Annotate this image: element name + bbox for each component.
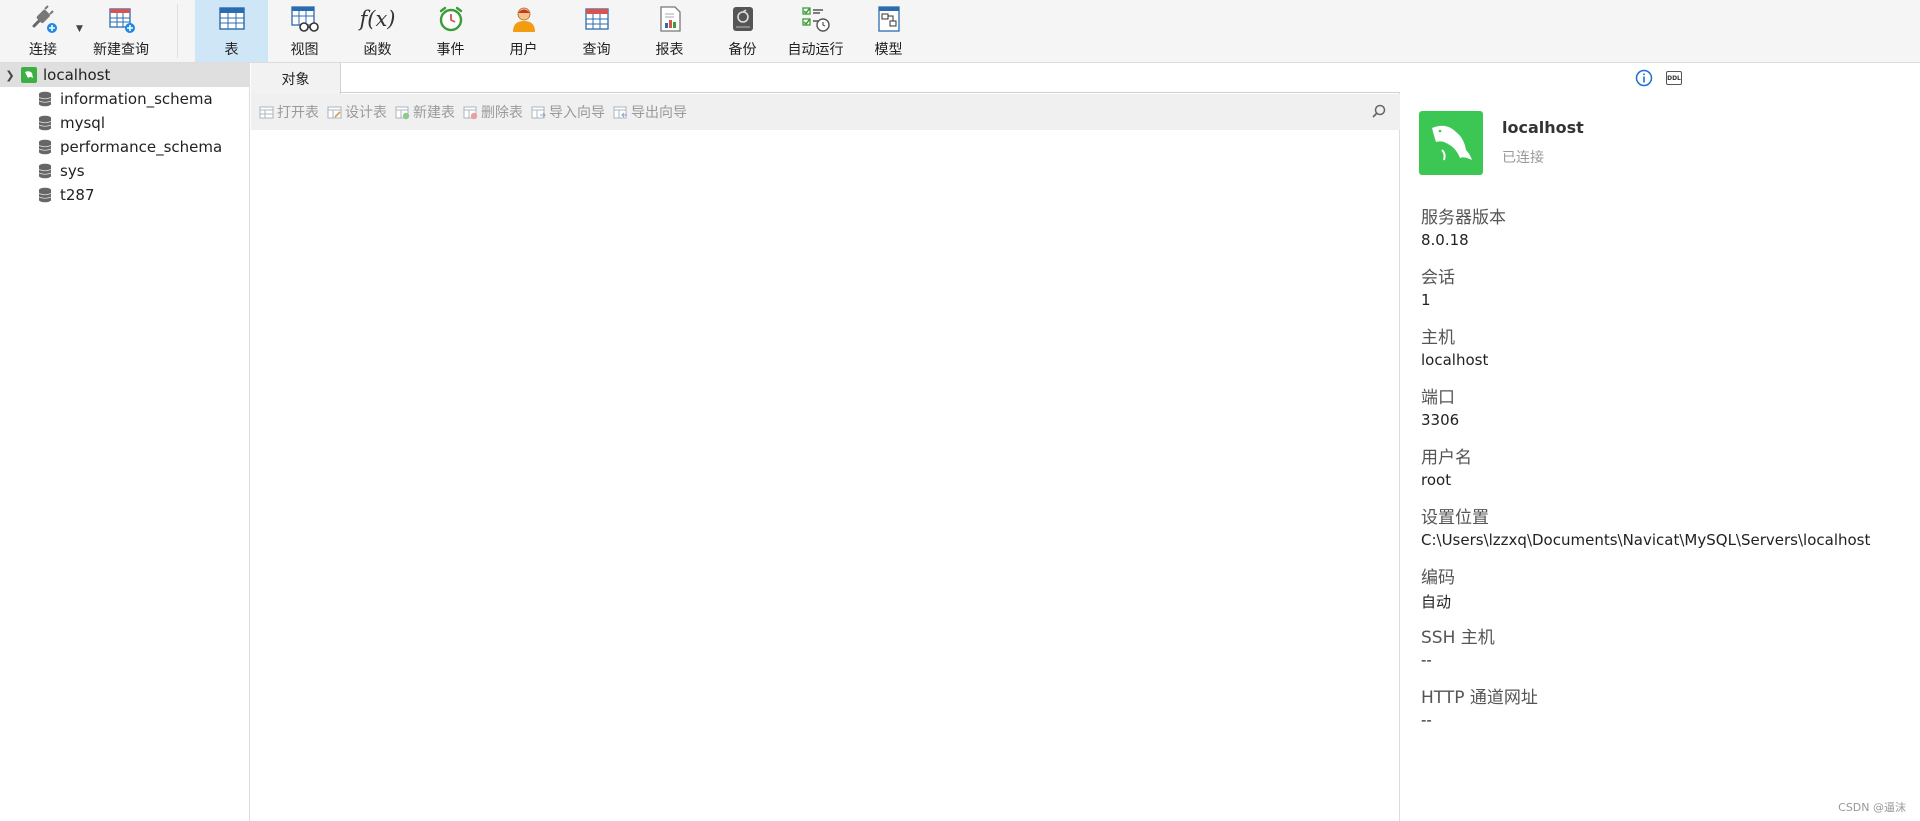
watermark: CSDN @逼沫: [1838, 801, 1906, 814]
query-icon: [581, 3, 613, 35]
mysql-dolphin-logo: [1419, 111, 1483, 175]
property-settings-location: 设置位置 C:\Users\lzzxq\Documents\Navicat\My…: [1421, 508, 1871, 549]
database-name: mysql: [60, 114, 105, 132]
report-icon: [654, 3, 686, 35]
model-icon: [873, 3, 905, 35]
automation-button[interactable]: 自动运行: [779, 0, 852, 62]
connect-dropdown-icon[interactable]: ▼: [76, 24, 83, 34]
table-button[interactable]: 表: [195, 0, 268, 62]
import-wizard-button[interactable]: 导入向导: [531, 102, 605, 122]
alarm-clock-icon: [435, 3, 467, 35]
tab-bar: 对象: [251, 63, 1400, 94]
property-ssh-host: SSH 主机 --: [1421, 628, 1495, 669]
property-sessions: 会话 1: [1421, 268, 1455, 309]
chevron-down-icon[interactable]: ❯: [3, 69, 17, 82]
backup-icon: [727, 3, 759, 35]
export-icon: [613, 106, 627, 118]
delete-table-button[interactable]: 删除表: [463, 102, 523, 122]
query-button[interactable]: 查询: [560, 0, 633, 62]
view-label: 视图: [290, 42, 319, 58]
backup-label: 备份: [728, 42, 757, 58]
property-http-tunnel-url: HTTP 通道网址 --: [1421, 688, 1538, 729]
connect-button[interactable]: 连接: [18, 0, 68, 62]
database-name: information_schema: [60, 90, 213, 108]
database-name: sys: [60, 162, 85, 180]
view-icon: [289, 3, 321, 35]
automation-icon: [800, 3, 832, 35]
design-table-button[interactable]: 设计表: [327, 102, 387, 122]
database-icon: [38, 163, 52, 179]
function-icon: f(x): [359, 7, 396, 31]
tree-item-database[interactable]: information_schema: [0, 87, 250, 111]
event-label: 事件: [436, 42, 465, 58]
automation-label: 自动运行: [787, 42, 844, 58]
tab-objects-label: 对象: [281, 71, 310, 88]
property-encoding: 编码 自动: [1421, 568, 1455, 611]
main-toolbar: 连接 ▼ 新建查询 表 视图 f(x) 函数 事件 用户 查询 报表 备份 自动…: [0, 0, 1920, 63]
backup-button[interactable]: 备份: [706, 0, 779, 62]
connect-label: 连接: [29, 42, 57, 58]
property-username: 用户名 root: [1421, 448, 1472, 489]
connection-status: 已连接: [1502, 150, 1544, 166]
info-panel: DDL localhost 已连接 服务器版本 8.0.18 会话 1 主机 l…: [1401, 63, 1920, 821]
new-query-button[interactable]: 新建查询: [88, 0, 154, 62]
tree-item-database[interactable]: mysql: [0, 111, 250, 135]
new-query-label: 新建查询: [93, 42, 149, 58]
delete-table-icon: [463, 106, 478, 119]
tree-item-database[interactable]: t287: [0, 183, 250, 207]
mysql-connection-icon: [21, 67, 37, 83]
ddl-icon[interactable]: DDL: [1666, 71, 1682, 85]
property-host: 主机 localhost: [1421, 328, 1489, 369]
table-label: 表: [224, 42, 239, 58]
model-button[interactable]: 模型: [852, 0, 925, 62]
export-wizard-button[interactable]: 导出向导: [613, 102, 687, 122]
database-name: t287: [60, 186, 95, 204]
database-name: performance_schema: [60, 138, 223, 156]
database-icon: [38, 115, 52, 131]
connection-name: localhost: [43, 66, 111, 84]
connection-title: localhost: [1502, 118, 1584, 137]
property-server-version: 服务器版本 8.0.18: [1421, 208, 1506, 249]
plug-icon: [27, 3, 59, 35]
new-table-icon: [395, 106, 410, 119]
model-label: 模型: [874, 42, 903, 58]
open-table-button[interactable]: 打开表: [259, 102, 319, 122]
info-icon[interactable]: [1635, 69, 1653, 87]
database-icon: [38, 187, 52, 203]
view-button[interactable]: 视图: [268, 0, 341, 62]
table-icon: [216, 3, 248, 35]
function-label: 函数: [363, 42, 392, 58]
new-query-icon: [105, 3, 137, 35]
user-button[interactable]: 用户: [487, 0, 560, 62]
new-table-button[interactable]: 新建表: [395, 102, 455, 122]
design-table-icon: [327, 106, 342, 118]
tree-item-database[interactable]: sys: [0, 159, 250, 183]
user-icon: [508, 3, 540, 35]
report-button[interactable]: 报表: [633, 0, 706, 62]
tree-item-connection[interactable]: ❯ localhost: [0, 63, 250, 87]
toolbar-separator: [177, 4, 178, 58]
search-icon[interactable]: [1370, 103, 1388, 121]
report-label: 报表: [655, 42, 684, 58]
connection-tree: ❯ localhost information_schema mysql per…: [0, 63, 250, 821]
database-icon: [38, 91, 52, 107]
object-toolbar: 打开表 设计表 新建表 删除表 导入向导 导出向导: [251, 94, 1400, 130]
user-label: 用户: [509, 42, 538, 58]
function-button[interactable]: f(x) 函数: [341, 0, 414, 62]
tree-item-database[interactable]: performance_schema: [0, 135, 250, 159]
open-table-icon: [259, 106, 274, 118]
import-icon: [531, 106, 546, 118]
object-pane: 对象 打开表 设计表 新建表 删除表 导入向导 导出向导: [251, 63, 1400, 821]
event-button[interactable]: 事件: [414, 0, 487, 62]
property-port: 端口 3306: [1421, 388, 1460, 429]
tab-objects[interactable]: 对象: [251, 63, 341, 94]
database-icon: [38, 139, 52, 155]
query-label: 查询: [582, 42, 611, 58]
